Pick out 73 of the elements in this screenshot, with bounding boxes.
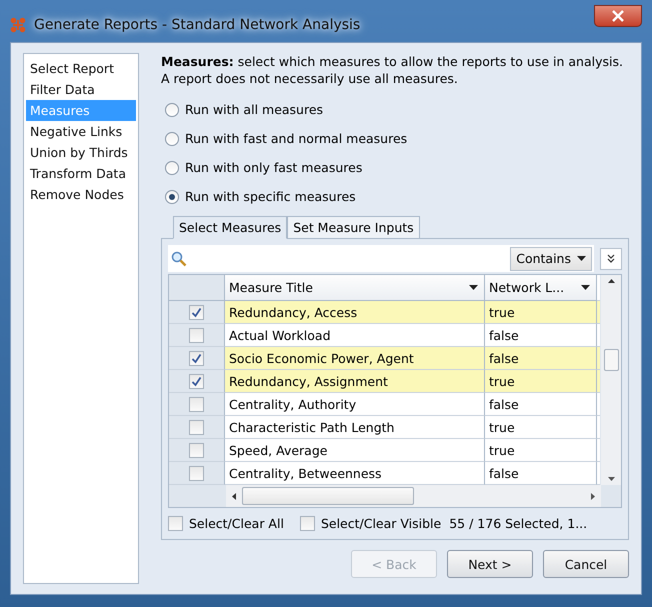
- step-item[interactable]: Remove Nodes: [26, 184, 136, 205]
- table-cell: Centrality, Betweenness: [225, 462, 485, 485]
- step-item[interactable]: Union by Thirds: [26, 142, 136, 163]
- tab[interactable]: Select Measures: [173, 216, 288, 239]
- expand-button[interactable]: [600, 248, 622, 270]
- radio-button[interactable]: [165, 160, 179, 174]
- row-checkbox[interactable]: [189, 466, 204, 480]
- caret-icon: [469, 285, 478, 290]
- close-button[interactable]: [594, 5, 642, 27]
- table-cell: false: [485, 347, 597, 370]
- step-item[interactable]: Negative Links: [26, 121, 136, 142]
- table-cell: Characteristic Path Length: [225, 416, 485, 439]
- row-checkbox[interactable]: [189, 396, 204, 412]
- wizard-button[interactable]: Cancel: [543, 550, 629, 578]
- table-cell: false: [485, 324, 597, 347]
- scroll-right-icon: [591, 492, 595, 500]
- scroll-up-icon: [608, 279, 614, 283]
- table-cell: Speed, Average: [225, 439, 485, 462]
- selection-count: 55 / 176 Selected, 1...: [449, 516, 588, 531]
- row-checkbox[interactable]: [189, 420, 204, 434]
- table-cell: false: [485, 393, 597, 416]
- radio-label: Run with all measures: [185, 102, 324, 117]
- horizontal-scrollbar[interactable]: [226, 485, 601, 507]
- table-cell: false: [485, 462, 597, 485]
- radio-label: Run with only fast measures: [185, 160, 362, 175]
- step-item[interactable]: Transform Data: [26, 163, 136, 184]
- app-logo-icon: [10, 17, 26, 33]
- step-item[interactable]: Select Report: [26, 58, 136, 79]
- radio-button[interactable]: [165, 132, 179, 146]
- search-field[interactable]: Contains: [168, 245, 594, 272]
- caret-icon: [577, 256, 586, 261]
- scroll-left-icon: [232, 492, 236, 500]
- wizard-button[interactable]: Next >: [447, 550, 533, 578]
- radio-button[interactable]: [165, 190, 179, 204]
- table-cell: Socio Economic Power, Agent: [225, 347, 485, 370]
- table-cell: true: [485, 416, 597, 439]
- table-cell: Centrality, Authority: [225, 393, 485, 416]
- table-cell: Actual Workload: [225, 324, 485, 347]
- row-checkbox[interactable]: [189, 374, 204, 388]
- vertical-scrollbar[interactable]: [601, 275, 621, 485]
- double-chevron-icon: [607, 254, 615, 263]
- radio-button[interactable]: [165, 102, 179, 116]
- column-header[interactable]: Measure Title: [225, 275, 485, 301]
- window-title: Generate Reports - Standard Network Analysis: [34, 17, 362, 33]
- tab[interactable]: Set Measure Inputs: [287, 216, 420, 239]
- checkbox[interactable]: [168, 516, 183, 531]
- close-icon: [612, 10, 624, 22]
- step-item[interactable]: Filter Data: [26, 79, 136, 100]
- table-cell: Redundancy, Assignment: [225, 370, 485, 393]
- check-mark-icon: [191, 306, 202, 318]
- table-cell: true: [485, 439, 597, 462]
- search-icon: [171, 250, 187, 266]
- table-cell: Redundancy, Access: [225, 301, 485, 324]
- checkbox[interactable]: [300, 516, 315, 531]
- caret-icon: [581, 285, 590, 290]
- checkbox-label: Select/Clear All: [189, 516, 284, 531]
- checkbox-label: Select/Clear Visible: [320, 516, 442, 531]
- check-mark-icon: [191, 376, 202, 386]
- table-cell: true: [485, 370, 597, 393]
- match-mode-dropdown[interactable]: Contains: [510, 246, 592, 270]
- column-header[interactable]: Network L...: [485, 275, 597, 301]
- row-checkbox[interactable]: [189, 328, 204, 342]
- row-checkbox[interactable]: [189, 442, 204, 458]
- row-checkbox[interactable]: [189, 304, 204, 320]
- radio-label: Run with fast and normal measures: [185, 131, 408, 146]
- row-checkbox[interactable]: [189, 350, 204, 366]
- scroll-down-icon: [608, 477, 614, 481]
- check-mark-icon: [191, 352, 202, 364]
- scroll-thumb[interactable]: [604, 349, 618, 371]
- description-text: Measures: select which measures to allow the reports to use in analysis. A report does not necessarily use all measures.: [161, 53, 624, 87]
- table-cell: true: [485, 301, 597, 324]
- radio-label: Run with specific measures: [185, 189, 356, 204]
- scroll-thumb[interactable]: [242, 487, 414, 505]
